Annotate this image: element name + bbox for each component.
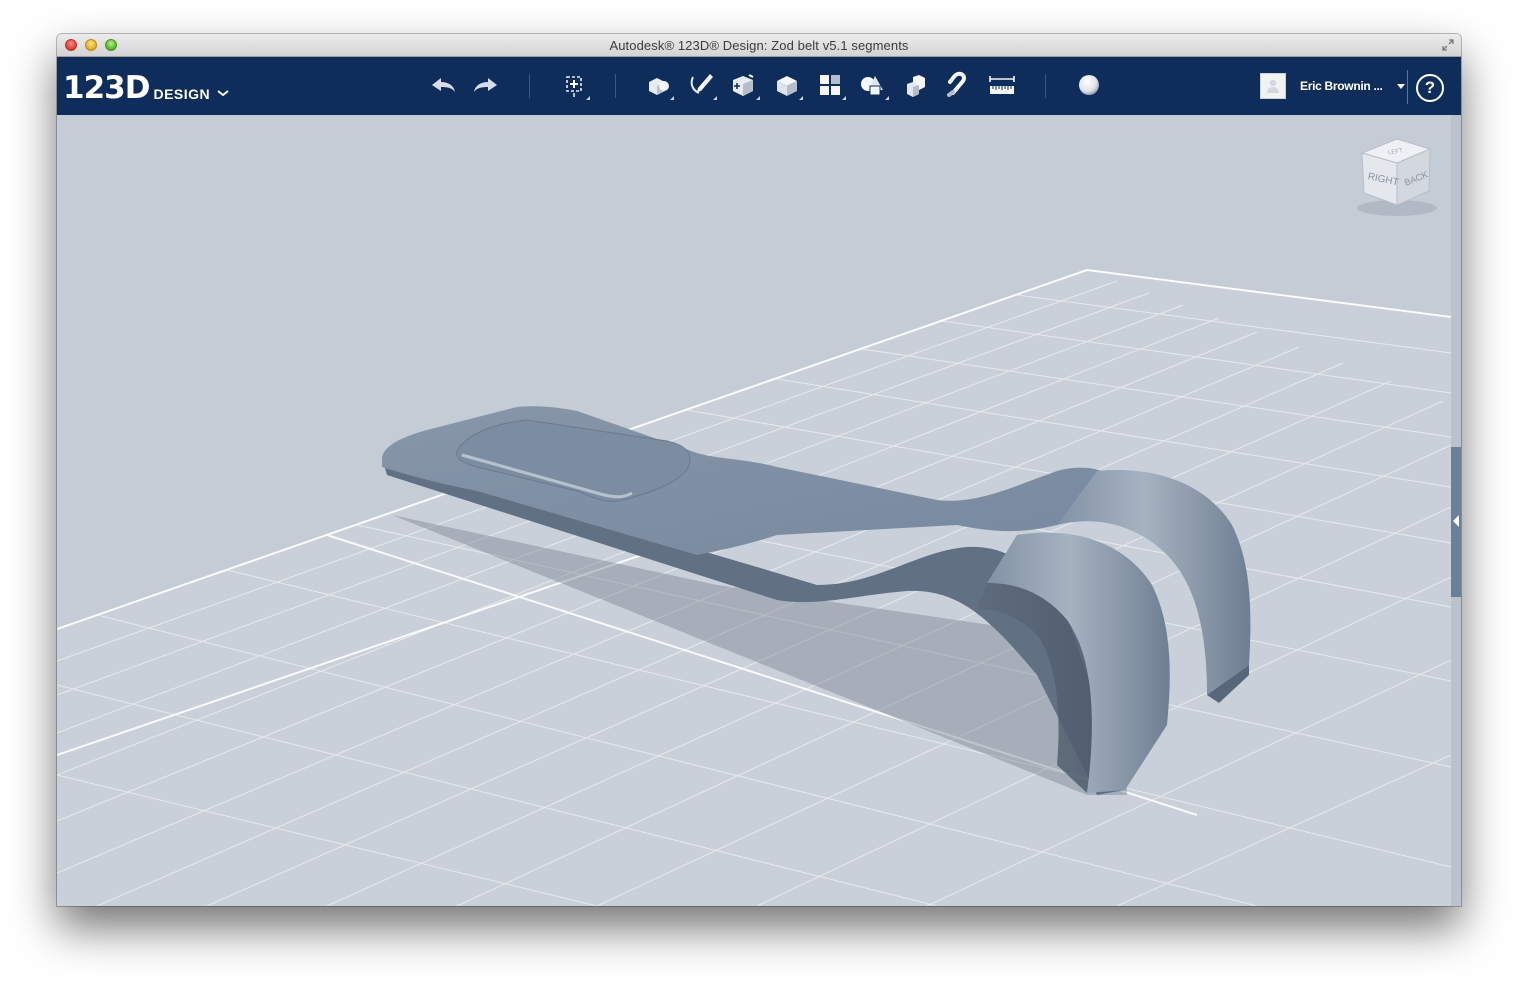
sketch-button[interactable] bbox=[684, 69, 718, 101]
app-menu-button[interactable]: 123D DESIGN bbox=[63, 65, 229, 105]
scene-canvas[interactable]: RIGHT BACK LEFT bbox=[57, 115, 1461, 906]
pattern-icon bbox=[820, 75, 840, 95]
construct-icon bbox=[733, 74, 754, 96]
primitives-button[interactable] bbox=[641, 69, 675, 101]
modify-icon bbox=[777, 76, 797, 96]
help-button[interactable]: ? bbox=[1416, 74, 1444, 102]
logo-word: DESIGN bbox=[153, 86, 211, 102]
toolbar-separator bbox=[1407, 70, 1408, 104]
primitives-icon bbox=[649, 78, 669, 95]
measure-ruler-icon bbox=[989, 76, 1015, 94]
measure-button[interactable] bbox=[985, 69, 1019, 101]
undo-button[interactable] bbox=[426, 69, 460, 101]
user-name[interactable]: Eric Brownin ... bbox=[1300, 79, 1383, 93]
toolbar-separator bbox=[615, 74, 616, 98]
snap-magnet-icon bbox=[947, 71, 967, 97]
3d-viewport[interactable]: RIGHT BACK LEFT bbox=[57, 115, 1461, 906]
view-cube[interactable]: RIGHT BACK LEFT bbox=[1357, 138, 1437, 216]
material-sphere-icon bbox=[1079, 75, 1099, 95]
sketch-icon bbox=[690, 74, 713, 94]
transform-icon bbox=[566, 76, 582, 97]
main-toolbar: 123D DESIGN Eric Brownin ... ? bbox=[57, 57, 1461, 116]
caret-down-icon[interactable] bbox=[1396, 83, 1405, 89]
dropdown-corner bbox=[586, 96, 590, 100]
app-window: Autodesk® 123D® Design: Zod belt v5.1 se… bbox=[57, 34, 1461, 906]
redo-arrow-icon bbox=[474, 78, 497, 92]
grouping-icon bbox=[861, 76, 883, 96]
material-button[interactable] bbox=[1072, 69, 1106, 101]
grouping-button[interactable] bbox=[856, 69, 890, 101]
redo-button[interactable] bbox=[469, 69, 503, 101]
dropdown-corner bbox=[799, 96, 803, 100]
combine-icon bbox=[907, 75, 925, 97]
construct-button[interactable] bbox=[727, 69, 761, 101]
undo-arrow-icon bbox=[432, 78, 455, 92]
pattern-button[interactable] bbox=[813, 69, 847, 101]
toolbar-separator bbox=[529, 74, 530, 98]
toolbar-separator bbox=[1045, 74, 1046, 98]
dropdown-corner bbox=[885, 96, 889, 100]
modify-button[interactable] bbox=[770, 69, 804, 101]
window-title: Autodesk® 123D® Design: Zod belt v5.1 se… bbox=[609, 38, 909, 53]
dropdown-corner bbox=[756, 96, 760, 100]
user-menu[interactable]: Eric Brownin ... bbox=[1260, 69, 1405, 103]
logo-number: 123D bbox=[63, 70, 150, 106]
side-panel-toggle[interactable] bbox=[1451, 447, 1461, 597]
dropdown-corner bbox=[713, 96, 717, 100]
chevron-down-icon bbox=[217, 90, 229, 97]
dropdown-corner bbox=[842, 96, 846, 100]
arrow-left-icon bbox=[1453, 515, 1459, 527]
combine-button[interactable] bbox=[899, 69, 933, 101]
user-silhouette-icon bbox=[1267, 79, 1279, 93]
snap-button[interactable] bbox=[942, 69, 976, 101]
fullscreen-icon[interactable] bbox=[1441, 38, 1455, 52]
transform-button[interactable] bbox=[557, 69, 591, 101]
title-bar[interactable]: Autodesk® 123D® Design: Zod belt v5.1 se… bbox=[57, 34, 1461, 57]
avatar[interactable] bbox=[1260, 73, 1286, 99]
dropdown-corner bbox=[670, 96, 674, 100]
